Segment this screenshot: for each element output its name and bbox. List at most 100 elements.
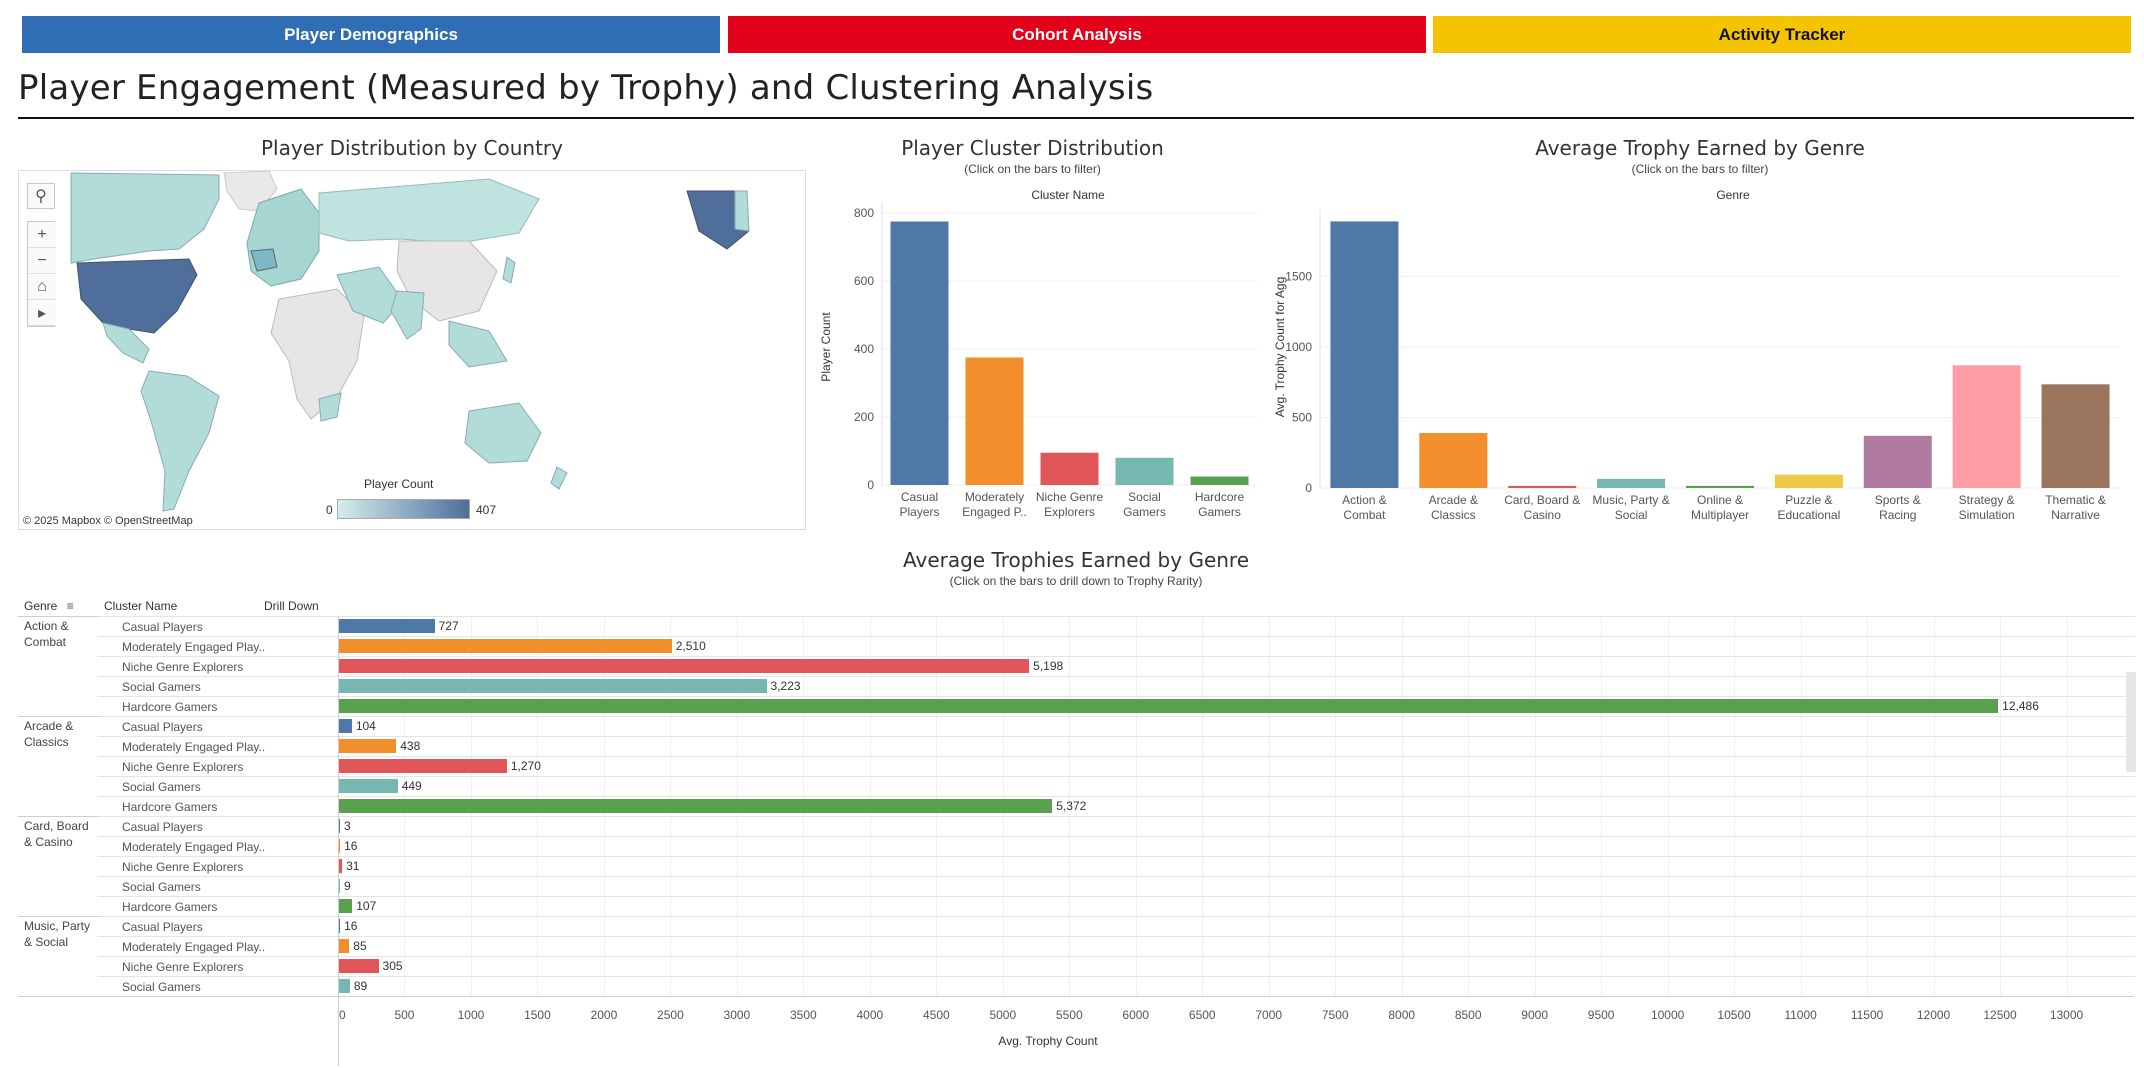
cluster-name-cell: Social Gamers — [122, 780, 201, 794]
genre-chart[interactable]: Genre Avg. Trophy Count for Agg 05001000… — [1262, 182, 2142, 532]
bar[interactable] — [965, 357, 1024, 486]
home-icon[interactable]: ⌂ — [28, 274, 56, 300]
bar[interactable] — [1190, 476, 1249, 486]
vertical-scrollbar[interactable] — [2124, 672, 2136, 992]
genre-cell[interactable]: Arcade & Classics — [24, 718, 102, 750]
bar[interactable] — [338, 939, 350, 953]
cluster-name-cell: Niche Genre Explorers — [122, 760, 244, 774]
region-africa[interactable] — [270, 288, 365, 420]
table-row[interactable]: Niche Genre Explorers — [98, 956, 2135, 976]
column-header-cluster[interactable]: Cluster Name — [104, 599, 177, 613]
x-tick-label: Casual — [901, 490, 938, 504]
cluster-name-cell: Niche Genre Explorers — [122, 660, 244, 674]
table-row[interactable]: Casual Players — [98, 816, 2135, 836]
y-tick-label: 1000 — [1285, 340, 1312, 354]
zoom-out-icon[interactable]: − — [28, 248, 56, 274]
table-row[interactable]: Social Gamers — [98, 876, 2135, 896]
cluster-name-cell: Moderately Engaged Play.. — [122, 840, 266, 854]
bar[interactable] — [1508, 485, 1577, 488]
nav-player-demographics-button[interactable]: Player Demographics — [22, 16, 720, 53]
x-tick-label: 0 — [339, 1008, 346, 1022]
y-tick-label: 400 — [854, 342, 874, 356]
search-icon[interactable]: ⚲ — [27, 183, 55, 209]
map-attribution[interactable]: © 2025 Mapbox © OpenStreetMap — [23, 515, 193, 527]
bar[interactable] — [338, 679, 767, 693]
scrollbar-thumb[interactable] — [2126, 672, 2136, 772]
bar[interactable] — [1330, 221, 1399, 488]
cluster-chart[interactable]: Cluster Name Player Count 0 200 400 600 800 C… — [812, 182, 1262, 532]
bar[interactable] — [1040, 452, 1099, 485]
x-tick-label: Gamers — [1123, 505, 1166, 519]
bar[interactable] — [1686, 485, 1754, 488]
x-tick-label: 9000 — [1521, 1008, 1548, 1022]
table-row[interactable]: Casual Players — [98, 916, 2135, 936]
bar[interactable] — [338, 739, 397, 753]
bar[interactable] — [338, 699, 1999, 713]
cluster-chart-header: Cluster Name — [1031, 188, 1105, 202]
page-title: Player Engagement (Measured by Trophy) a… — [18, 68, 1154, 108]
genre-chart-header: Genre — [1716, 188, 1750, 202]
table-row[interactable]: Moderately Engaged Play.. — [98, 936, 2135, 956]
bar-value-label: 449 — [401, 779, 422, 793]
drill-chart[interactable]: Genre ≡ Cluster Name Drill Down Action &… — [18, 596, 2135, 1068]
x-tick-label: Moderately — [965, 490, 1024, 504]
cluster-chart-subtitle: (Click on the bars to filter) — [964, 162, 1101, 176]
genre-cell[interactable]: Card, Board & Casino — [24, 818, 102, 850]
bar[interactable] — [338, 639, 672, 653]
bar[interactable] — [1115, 457, 1174, 485]
x-tick-label: Arcade & — [1429, 493, 1478, 507]
cluster-chart-title: Player Cluster Distribution — [901, 136, 1164, 160]
region-south-america[interactable] — [140, 370, 220, 512]
bar[interactable] — [1597, 478, 1666, 488]
x-tick-label: Card, Board & — [1504, 493, 1580, 507]
bar[interactable] — [338, 899, 353, 913]
bar[interactable] — [338, 799, 1053, 813]
bar[interactable] — [1952, 365, 2021, 488]
bar[interactable] — [338, 779, 398, 793]
bar[interactable] — [338, 619, 435, 633]
genre-cell[interactable]: Music, Party & Social — [24, 918, 102, 950]
table-row[interactable]: Social Gamers — [98, 976, 2135, 996]
table-row[interactable]: Casual Players — [98, 716, 2135, 736]
bar[interactable] — [338, 759, 507, 773]
zoom-in-icon[interactable]: + — [28, 222, 56, 248]
column-header-drill-down[interactable]: Drill Down — [264, 599, 319, 613]
bar[interactable] — [1863, 435, 1932, 488]
country-australia[interactable] — [464, 402, 542, 464]
bar[interactable] — [2041, 384, 2110, 488]
x-tick-label: Strategy & — [1959, 493, 2015, 507]
bar-value-label: 12,486 — [2002, 699, 2039, 713]
x-tick-label: 11500 — [1850, 1008, 1884, 1022]
bar[interactable] — [1774, 474, 1843, 488]
world-map[interactable]: ⚲ + − ⌂ ▸ Player Count 0 407 © 2025 Mapb… — [18, 170, 806, 530]
nav-cohort-analysis-button[interactable]: Cohort Analysis — [728, 16, 1426, 53]
x-tick-label: 7000 — [1255, 1008, 1283, 1022]
play-icon[interactable]: ▸ — [28, 300, 56, 326]
bar[interactable] — [338, 719, 352, 733]
genre-cell[interactable]: Action & Combat — [24, 618, 102, 650]
nav-activity-tracker-button[interactable]: Activity Tracker — [1433, 16, 2131, 53]
bar[interactable] — [338, 979, 350, 993]
bar[interactable] — [890, 221, 949, 486]
genre-cell-line: Card, Board — [24, 819, 89, 833]
table-row[interactable]: Hardcore Gamers — [98, 896, 2135, 916]
region-southeast-asia[interactable] — [448, 320, 508, 368]
table-row[interactable]: Niche Genre Explorers — [98, 856, 2135, 876]
sort-icon[interactable]: ≡ — [67, 599, 74, 613]
column-header-genre[interactable]: Genre ≡ — [24, 599, 74, 613]
country-japan[interactable] — [502, 256, 516, 284]
table-row[interactable]: Moderately Engaged Play.. — [98, 836, 2135, 856]
country-canada-west[interactable] — [734, 190, 750, 232]
country-canada[interactable] — [70, 172, 220, 264]
x-tick-label: 8500 — [1454, 1008, 1482, 1022]
country-india[interactable] — [390, 290, 425, 340]
bar[interactable] — [1419, 432, 1488, 488]
x-tick-label: 1500 — [524, 1008, 551, 1022]
bar[interactable] — [338, 659, 1030, 673]
bar[interactable] — [338, 959, 379, 973]
country-usa[interactable] — [76, 258, 198, 334]
country-new-zealand[interactable] — [550, 466, 568, 490]
cluster-name-cell: Niche Genre Explorers — [122, 960, 244, 974]
x-tick-label: Action & — [1342, 493, 1387, 507]
country-russia[interactable] — [318, 178, 540, 244]
